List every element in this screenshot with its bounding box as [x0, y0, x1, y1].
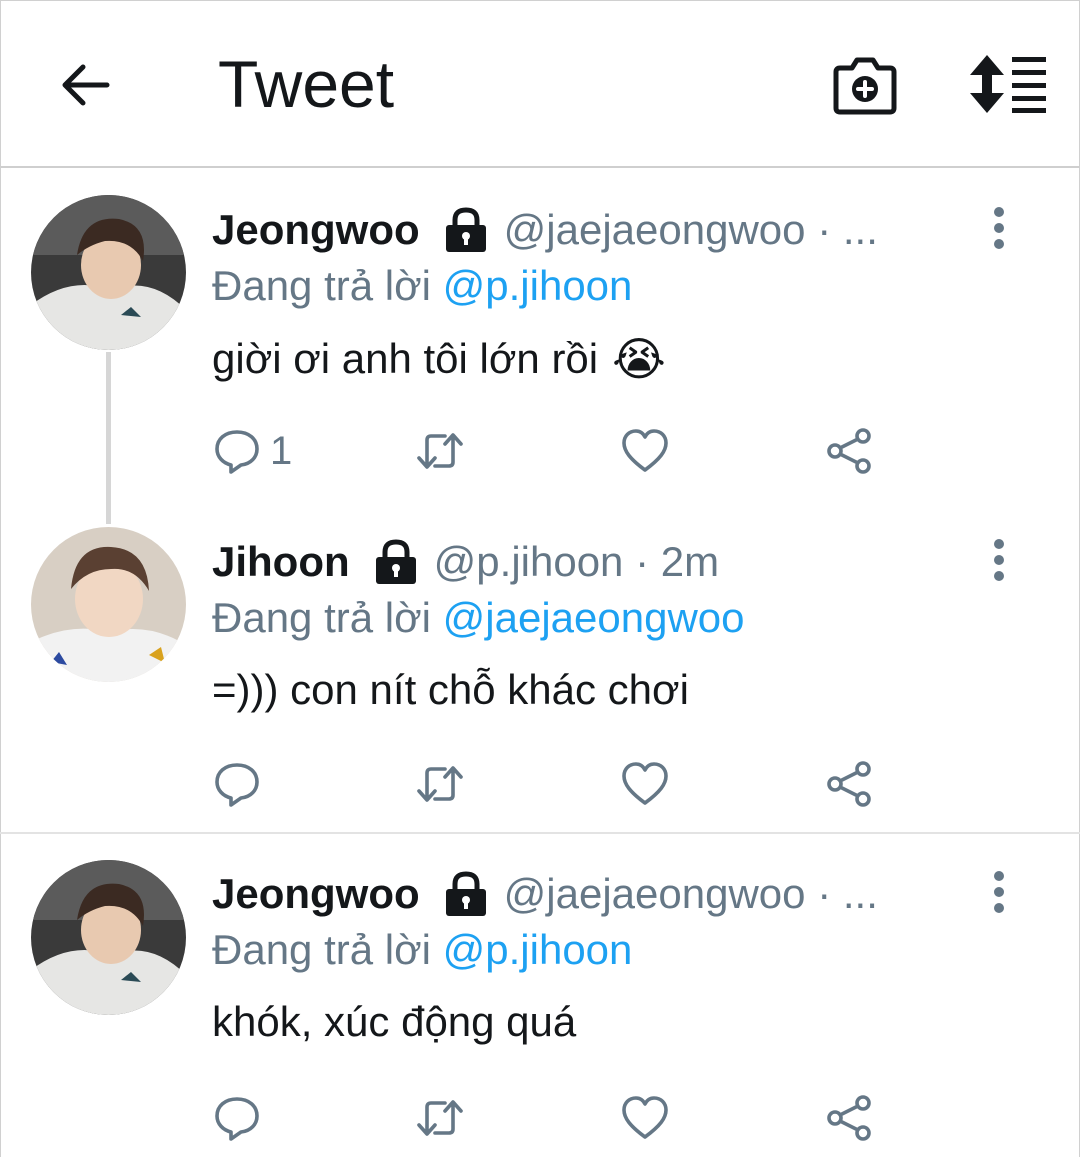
more-options-button[interactable]	[984, 538, 1014, 582]
retweet-button[interactable]	[415, 1090, 465, 1146]
heart-icon	[622, 762, 668, 805]
avatar[interactable]	[31, 860, 186, 1015]
share-icon	[827, 428, 871, 474]
replying-to: Đang trả lời @p.jihoon	[212, 926, 632, 974]
replying-to-label: Đang trả lời	[212, 594, 443, 641]
avatar[interactable]	[31, 527, 186, 682]
share-icon	[827, 761, 871, 807]
tweet-item[interactable]: Jeongwoo @jaejaeongwoo · ... Đang trả lờ…	[0, 170, 1080, 500]
tweet-text: =))) con nít chỗ khác chơi	[212, 666, 689, 714]
tweet-text-content: giời ơi anh tôi lớn rồi	[212, 335, 599, 382]
tweet-item[interactable]: Jeongwoo @jaejaeongwoo · ... Đang trả lờ…	[0, 834, 1080, 1158]
retweet-button[interactable]	[415, 756, 465, 812]
tweet-text: khók, xúc động quá	[212, 998, 576, 1046]
like-button[interactable]	[620, 1090, 670, 1146]
mention-link[interactable]: @p.jihoon	[443, 926, 633, 973]
reply-count: 1	[270, 428, 293, 473]
reply-icon	[215, 1097, 259, 1141]
tweet-actions	[212, 1090, 892, 1150]
like-button[interactable]	[620, 756, 670, 812]
more-vertical-icon	[994, 539, 1004, 581]
user-handle[interactable]: @jaejaeongwoo · ...	[504, 870, 878, 918]
retweet-button[interactable]	[415, 423, 465, 479]
replying-to-label: Đang trả lời	[212, 926, 443, 973]
tweet-actions: 1	[212, 423, 892, 483]
display-name[interactable]: Jeongwoo	[212, 206, 420, 254]
sort-button[interactable]	[970, 55, 1048, 113]
tweet-text-content: khók, xúc động quá	[212, 998, 577, 1045]
avatar-image	[31, 527, 186, 682]
share-button[interactable]	[824, 423, 874, 479]
share-button[interactable]	[824, 756, 874, 812]
lock-icon	[445, 207, 486, 252]
arrow-left-icon	[62, 64, 110, 106]
more-options-button[interactable]	[984, 206, 1014, 250]
user-handle[interactable]: @jaejaeongwoo · ...	[504, 206, 878, 254]
tweet-text: giời ơi anh tôi lớn rồi 😭	[212, 332, 666, 386]
retweet-icon	[417, 433, 463, 469]
page-title: Tweet	[218, 47, 395, 121]
user-handle[interactable]: @p.jihoon · 2m	[434, 538, 719, 586]
avatar[interactable]	[31, 195, 186, 350]
share-icon	[827, 1095, 871, 1141]
tweet-header: Jihoon @p.jihoon · 2m	[212, 534, 719, 590]
back-button[interactable]	[55, 55, 115, 115]
replying-to: Đang trả lời @jaejaeongwoo	[212, 594, 745, 642]
like-button[interactable]	[620, 423, 670, 479]
retweet-icon	[417, 1100, 463, 1136]
tweet-actions	[212, 756, 892, 816]
mention-link[interactable]: @p.jihoon	[443, 262, 633, 309]
more-vertical-icon	[994, 871, 1004, 913]
lock-icon	[445, 871, 486, 916]
top-app-bar: Tweet	[0, 0, 1080, 168]
crying-emoji: 😭	[612, 333, 666, 385]
lock-icon	[375, 539, 416, 584]
reply-button[interactable]	[212, 756, 270, 812]
avatar-image	[31, 195, 186, 350]
share-button[interactable]	[824, 1090, 874, 1146]
retweet-icon	[417, 766, 463, 802]
mention-link[interactable]: @jaejaeongwoo	[443, 594, 745, 641]
tweet-header: Jeongwoo @jaejaeongwoo · ...	[212, 202, 878, 258]
replying-to: Đang trả lời @p.jihoon	[212, 262, 632, 310]
more-options-button[interactable]	[984, 870, 1014, 914]
tweet-item[interactable]: Jihoon @p.jihoon · 2m Đang trả lời @jaej…	[0, 500, 1080, 833]
reply-button[interactable]	[212, 1090, 270, 1146]
tweet-header: Jeongwoo @jaejaeongwoo · ...	[212, 866, 878, 922]
sort-icon	[970, 55, 1046, 113]
avatar-image	[31, 860, 186, 1015]
heart-icon	[622, 429, 668, 472]
reply-icon	[215, 763, 259, 807]
reply-icon	[215, 430, 259, 474]
camera-plus-icon	[833, 57, 897, 115]
display-name[interactable]: Jihoon	[212, 538, 350, 586]
camera-button[interactable]	[832, 54, 898, 116]
display-name[interactable]: Jeongwoo	[212, 870, 420, 918]
tweet-text-content: =))) con nít chỗ khác chơi	[212, 666, 689, 713]
replying-to-label: Đang trả lời	[212, 262, 443, 309]
reply-button[interactable]: 1	[212, 423, 292, 479]
more-vertical-icon	[994, 207, 1004, 249]
heart-icon	[622, 1096, 668, 1139]
